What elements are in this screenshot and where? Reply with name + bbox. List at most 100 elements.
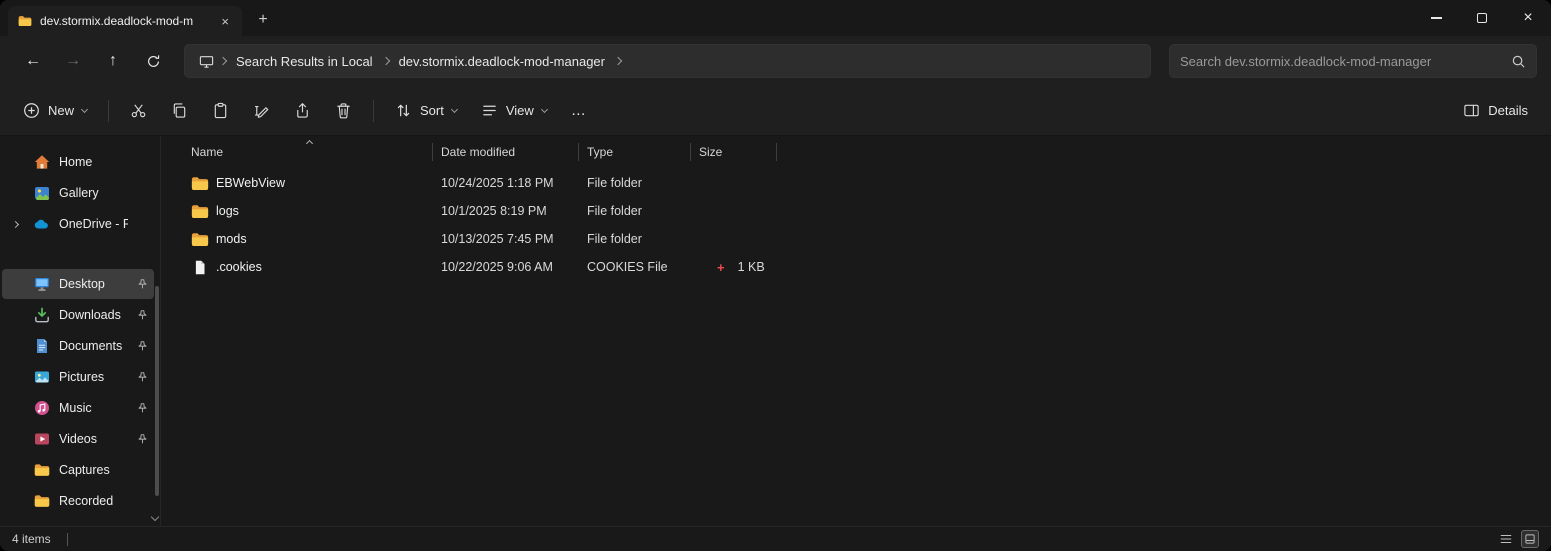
file-name: .cookies [216, 260, 262, 274]
view-button[interactable]: View [470, 93, 558, 129]
sort-icon [395, 102, 412, 119]
file-row[interactable]: .cookies 10/22/2025 9:06 AM COOKIES File… [161, 253, 1551, 281]
rename-icon [253, 102, 270, 119]
search-input[interactable] [1180, 53, 1511, 69]
delete-button[interactable] [324, 93, 363, 129]
rename-button[interactable] [242, 93, 281, 129]
paste-button[interactable] [201, 93, 240, 129]
cut-icon [130, 102, 147, 119]
chevron-down-icon [450, 105, 458, 113]
toolbar-separator [373, 99, 375, 122]
file-row[interactable]: EBWebView 10/24/2025 1:18 PM File folder [161, 169, 1551, 197]
pin-icon [137, 278, 148, 290]
details-view-toggle-icon[interactable] [1497, 530, 1515, 548]
refresh-icon [146, 54, 161, 69]
scroll-down-icon[interactable] [150, 512, 160, 522]
file-name: mods [216, 232, 247, 246]
details-button[interactable]: Details [1452, 93, 1539, 129]
search-icon[interactable] [1511, 54, 1526, 69]
address-bar[interactable]: Search Results in Local dev.stormix.dead… [184, 44, 1151, 78]
new-tab-button[interactable]: + [250, 7, 276, 33]
sidebar-item[interactable]: Desktop [2, 269, 154, 299]
pin-icon [137, 309, 148, 321]
sidebar-item-label: Desktop [59, 277, 105, 291]
chevron-down-icon [80, 105, 89, 113]
trash-icon [335, 102, 352, 119]
breadcrumb-item-search-results[interactable]: Search Results in Local [228, 50, 381, 73]
file-name: EBWebView [216, 176, 286, 190]
cut-button[interactable] [119, 93, 158, 129]
sidebar-item[interactable]: Videos [2, 424, 154, 454]
minimize-icon [1430, 17, 1442, 19]
sidebar-item-label: Home [59, 155, 93, 169]
pin-icon [137, 402, 148, 414]
content-area: Home Gallery OneDrive - Pers Desktop [0, 136, 1551, 526]
file-date-modified: 10/22/2025 9:06 AM [441, 260, 553, 274]
sidebar-item[interactable]: Home [2, 147, 154, 177]
file-type: File folder [587, 176, 642, 190]
titlebar: dev.stormix.deadlock-mod-m × + × [0, 0, 1551, 36]
folder-icon [191, 176, 209, 191]
sidebar-item[interactable]: Pictures [2, 362, 154, 392]
status-separator [66, 532, 68, 546]
file-row[interactable]: logs 10/1/2025 8:19 PM File folder [161, 197, 1551, 225]
videos-icon [34, 431, 50, 447]
gallery-icon [34, 185, 50, 201]
sidebar-item[interactable]: OneDrive - Pers [2, 209, 154, 239]
new-button[interactable]: New [12, 93, 98, 129]
sort-button[interactable]: Sort [384, 93, 468, 129]
sidebar-item[interactable]: Music [2, 393, 154, 423]
close-icon: × [1523, 9, 1533, 26]
pictures-icon [34, 369, 50, 385]
this-pc-icon [199, 54, 214, 69]
file-type: File folder [587, 204, 642, 218]
column-header-size[interactable]: Size [691, 143, 777, 161]
sidebar-item[interactable]: Downloads [2, 300, 154, 330]
refresh-button[interactable] [134, 44, 172, 78]
sidebar-item-label: OneDrive - Pers [59, 217, 128, 231]
file-row[interactable]: mods 10/13/2025 7:45 PM File folder [161, 225, 1551, 253]
folder-icon [34, 493, 50, 509]
large-icons-view-toggle-icon[interactable] [1521, 530, 1539, 548]
file-date-modified: 10/24/2025 1:18 PM [441, 176, 554, 190]
share-button[interactable] [283, 93, 322, 129]
close-button[interactable]: × [1505, 0, 1551, 36]
up-button[interactable]: ↑ [94, 44, 132, 78]
home-icon [34, 154, 50, 170]
explorer-tab[interactable]: dev.stormix.deadlock-mod-m × [8, 6, 242, 36]
sort-button-label: Sort [420, 103, 444, 118]
sidebar: Home Gallery OneDrive - Pers Desktop [0, 136, 161, 526]
expand-chevron-icon[interactable] [11, 220, 20, 228]
column-header-date-modified[interactable]: Date modified [433, 143, 579, 161]
sidebar-scrollbar-thumb[interactable] [155, 286, 159, 496]
sidebar-item[interactable]: Captures [2, 455, 154, 485]
music-icon [34, 400, 50, 416]
navigation-bar: ← → ↑ Search Results in Local dev.stormi… [0, 36, 1551, 86]
folder-icon [34, 462, 50, 478]
forward-button[interactable]: → [54, 44, 92, 78]
toolbar-separator [108, 99, 110, 122]
breadcrumb-item-current-folder[interactable]: dev.stormix.deadlock-mod-manager [391, 50, 613, 73]
folder-icon [18, 15, 32, 27]
tab-close-icon[interactable]: × [218, 14, 232, 29]
file-type: File folder [587, 232, 642, 246]
maximize-button[interactable] [1459, 0, 1505, 36]
paste-icon [212, 102, 229, 119]
minimize-button[interactable] [1413, 0, 1459, 36]
documents-icon [34, 338, 50, 354]
see-more-button[interactable]: … [560, 93, 598, 129]
sidebar-item[interactable]: Gallery [2, 178, 154, 208]
sidebar-item-label: Recorded [59, 494, 114, 508]
copy-button[interactable] [160, 93, 199, 129]
file-date-modified: 10/1/2025 8:19 PM [441, 204, 547, 218]
pin-icon [137, 340, 148, 352]
sidebar-item[interactable]: Recorded [2, 486, 154, 516]
column-header-type[interactable]: Type [579, 143, 691, 161]
sidebar-item[interactable]: Documents [2, 331, 154, 361]
file-date-modified: 10/13/2025 7:45 PM [441, 232, 554, 246]
command-toolbar: New Sort View … Details [0, 86, 1551, 136]
copy-icon [171, 102, 188, 119]
chevron-down-icon [540, 105, 548, 113]
sidebar-item-label: Pictures [59, 370, 105, 384]
back-button[interactable]: ← [14, 44, 52, 78]
